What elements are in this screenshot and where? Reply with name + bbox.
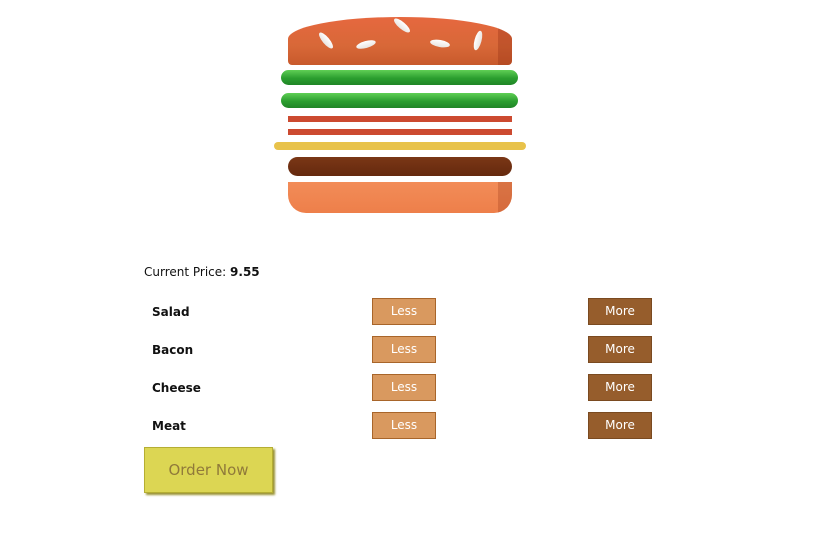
ingredient-label: Meat bbox=[152, 419, 186, 433]
bacon-layer bbox=[288, 116, 512, 122]
salad-layer bbox=[281, 70, 518, 85]
ingredient-row-cheese: Cheese Less More bbox=[144, 374, 664, 402]
bacon-more-button[interactable]: More bbox=[588, 336, 652, 363]
ingredient-row-meat: Meat Less More bbox=[144, 412, 664, 440]
ingredient-label: Cheese bbox=[152, 381, 201, 395]
salad-more-button[interactable]: More bbox=[588, 298, 652, 325]
sesame-seed bbox=[316, 30, 336, 51]
salad-less-button[interactable]: Less bbox=[372, 298, 436, 325]
cheese-layer bbox=[274, 142, 526, 150]
bacon-layer bbox=[288, 129, 512, 135]
sesame-seed bbox=[392, 17, 412, 35]
bacon-less-button[interactable]: Less bbox=[372, 336, 436, 363]
ingredient-row-bacon: Bacon Less More bbox=[144, 336, 664, 364]
burger-illustration bbox=[0, 0, 825, 230]
meat-layer bbox=[288, 157, 512, 176]
bun-bottom bbox=[288, 182, 512, 213]
ingredient-label: Salad bbox=[152, 305, 190, 319]
sesame-seed bbox=[355, 38, 377, 51]
sesame-seed bbox=[429, 38, 451, 49]
price-value: 9.55 bbox=[230, 265, 260, 279]
meat-more-button[interactable]: More bbox=[588, 412, 652, 439]
order-now-button[interactable]: Order Now bbox=[144, 447, 273, 493]
cheese-more-button[interactable]: More bbox=[588, 374, 652, 401]
current-price: Current Price: 9.55 bbox=[144, 265, 260, 279]
price-label: Current Price: bbox=[144, 265, 227, 279]
sesame-seed bbox=[472, 29, 484, 52]
meat-less-button[interactable]: Less bbox=[372, 412, 436, 439]
ingredient-row-salad: Salad Less More bbox=[144, 298, 664, 326]
salad-layer bbox=[281, 93, 518, 108]
burger-builder: Current Price: 9.55 Salad Less More Baco… bbox=[0, 0, 825, 533]
bun-top bbox=[288, 17, 512, 65]
cheese-less-button[interactable]: Less bbox=[372, 374, 436, 401]
ingredient-label: Bacon bbox=[152, 343, 194, 357]
